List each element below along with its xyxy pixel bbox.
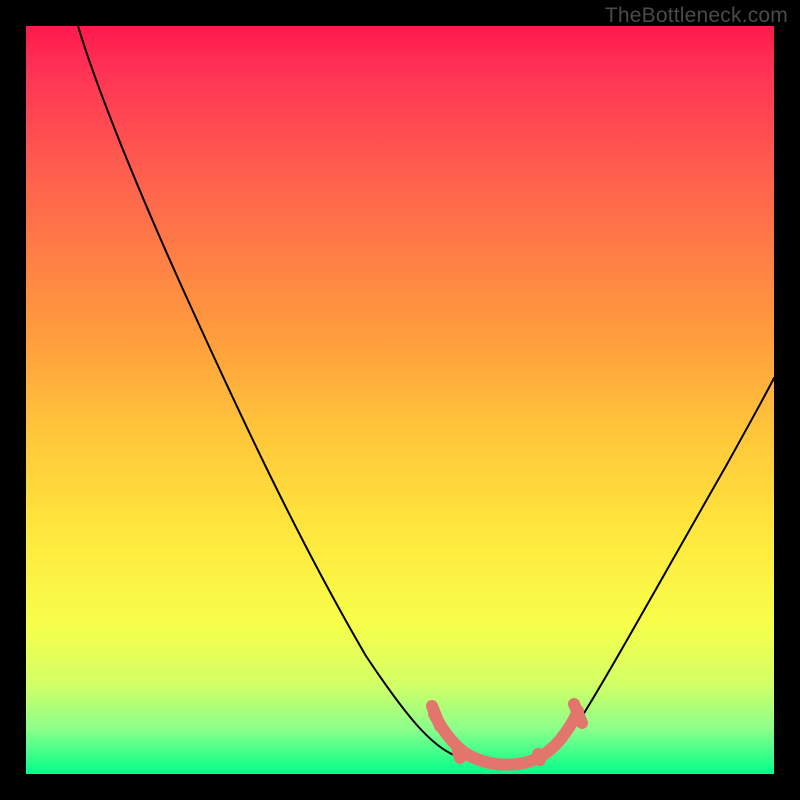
chart-plot-area xyxy=(26,26,774,774)
chart-svg xyxy=(26,26,774,774)
bottleneck-curve xyxy=(78,26,774,764)
optimal-range-highlight xyxy=(432,704,582,765)
watermark-text: TheBottleneck.com xyxy=(605,4,788,28)
